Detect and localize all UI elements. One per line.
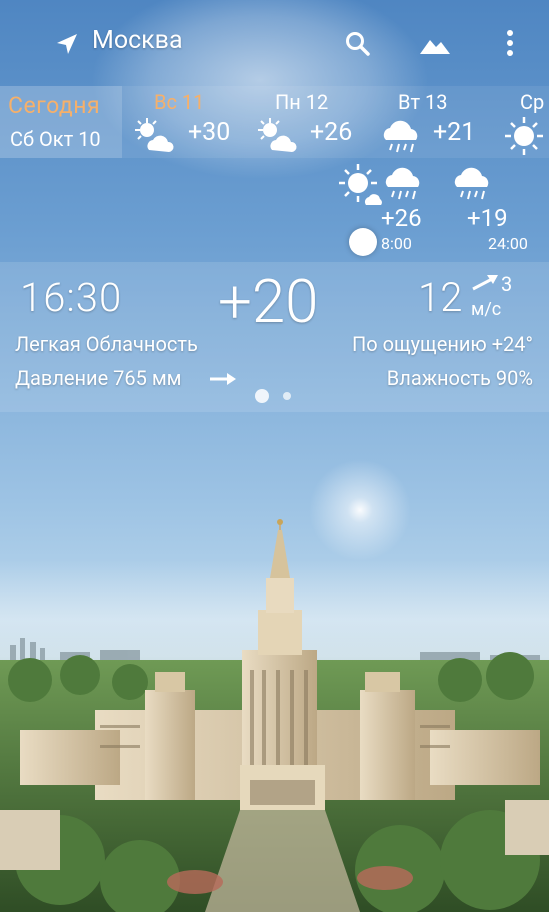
page-indicator[interactable] (283, 392, 291, 400)
page-indicator-active[interactable] (255, 389, 269, 403)
current-temperature: +20 (218, 266, 319, 337)
more-vert-icon[interactable] (500, 28, 520, 58)
condition-text: Легкая Облачность (15, 332, 198, 356)
wind-speed: 12 (418, 274, 463, 321)
city-landscape-image (0, 519, 549, 912)
moon-icon (349, 228, 377, 256)
forecast-day-label[interactable]: Вс 11 (154, 90, 204, 114)
forecast-day-temp: +30 (188, 118, 231, 147)
humidity-text: Влажность 90% (386, 366, 533, 390)
partly-cloudy-icon (135, 118, 174, 152)
wind-direction-icon (472, 275, 498, 291)
wind-gust: 3 (501, 272, 513, 296)
today-label: Сегодня (8, 92, 101, 119)
forecast-day-label[interactable]: Пн 12 (275, 90, 328, 114)
rain-icon (383, 120, 418, 153)
hourly-temp: +19 (467, 204, 508, 232)
city-name[interactable]: Москва (92, 26, 183, 55)
forecast-day-label[interactable]: Ср (520, 90, 544, 114)
today-date: Сб Окт 10 (10, 127, 101, 151)
landscape-icon[interactable] (418, 30, 452, 58)
forecast-day-label[interactable]: Вт 13 (398, 90, 448, 114)
search-icon[interactable] (344, 30, 372, 58)
partly-cloudy-icon (258, 118, 297, 152)
wind-unit: м/с (471, 299, 502, 320)
partly-cloudy-icon (339, 164, 382, 205)
current-time: 16:30 (20, 274, 123, 321)
rain-icon (454, 167, 489, 200)
sun-icon (505, 117, 543, 155)
hourly-time: 24:00 (488, 234, 528, 253)
forecast-day-temp: +26 (310, 118, 353, 147)
hourly-time: 8:00 (381, 234, 412, 253)
feels-like-text: По ощущению +24° (352, 332, 533, 356)
pressure-text: Давление 765 мм (15, 366, 182, 390)
location-arrow-icon[interactable] (55, 32, 79, 56)
rain-icon (385, 167, 420, 200)
hourly-temp: +26 (381, 204, 422, 232)
pressure-trend-icon (210, 373, 236, 385)
forecast-day-temp: +21 (433, 118, 476, 147)
top-bar: Москва (0, 0, 549, 84)
